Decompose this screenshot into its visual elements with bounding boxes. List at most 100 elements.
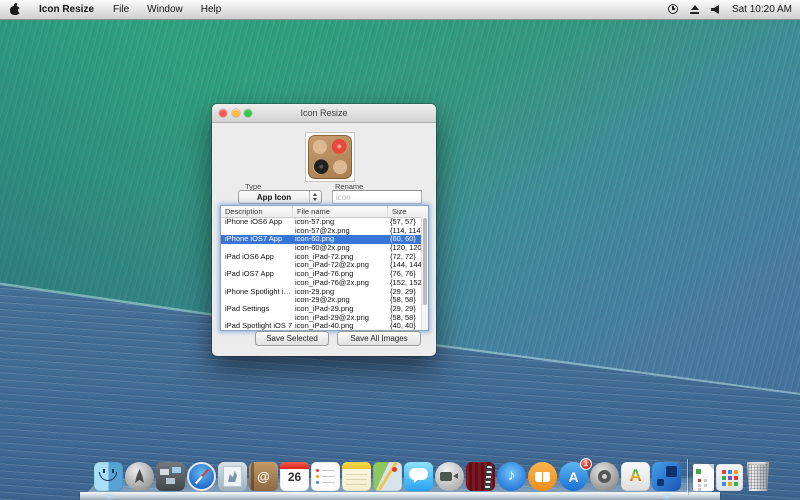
dock-item-itunes[interactable] [497,462,526,491]
dock: 26 1 [0,452,800,500]
cell-description [221,261,293,270]
dock-icons: 26 1 [94,457,771,491]
cell-description [221,227,293,236]
dock-item-photo-booth[interactable] [466,462,495,491]
dock-item-contacts[interactable] [249,462,278,491]
dock-item-ibooks[interactable] [528,462,557,491]
close-button[interactable] [219,109,227,117]
apple-menu-icon[interactable] [10,4,20,15]
menu-icon-resize[interactable]: Icon Resize [29,0,104,19]
dock-shelf-front [80,492,720,500]
running-indicator [665,495,669,498]
table-row[interactable]: icon_iPad-29@2x.png{58, 58} [221,314,428,323]
menubar-menus: Icon ResizeFileWindowHelp [0,0,230,19]
cell-description: iPad Spotlight iOS 7 [221,322,293,331]
dock-separator [683,457,691,491]
cell-file-name: icon_iPad-76.png [293,270,388,279]
table-row[interactable]: icon_iPad-72@2x.png{144, 144} [221,261,428,270]
cell-file-name: icon-29.png [293,288,388,297]
cell-file-name: icon-60@2x.png [293,244,388,253]
table-row[interactable]: icon_iPad-76@2x.png{152, 152} [221,279,428,288]
menu-help[interactable]: Help [192,0,231,19]
minimize-button[interactable] [232,109,240,117]
table-row[interactable]: icon-60@2x.png{120, 120} [221,244,428,253]
cell-description: iPad Settings [221,305,293,314]
type-select[interactable]: App Icon [238,190,322,204]
table-header: Description File name Size [221,206,428,218]
cell-description: iPhone iOS7 App [221,235,293,244]
eject-icon[interactable] [689,3,702,16]
table-row[interactable]: iPad Settingsicon_iPad-29.png{29, 29} [221,305,428,314]
dock-item-document[interactable] [693,464,714,491]
rename-input[interactable] [332,190,422,204]
dock-item-reminders[interactable] [311,462,340,491]
cell-file-name: icon_iPad-72@2x.png [293,261,388,270]
scrollbar-thumb[interactable] [423,218,427,305]
app-icon-preview [308,135,352,179]
table-row[interactable]: icon-29@2x.png{58, 58} [221,296,428,305]
cell-description [221,279,293,288]
volume-icon[interactable] [711,3,724,16]
dock-item-trash[interactable] [745,462,771,491]
dock-item-downloads[interactable] [716,464,743,491]
dock-item-calendar[interactable]: 26 [280,462,309,491]
dock-item-color-a-app[interactable] [621,462,650,491]
cell-file-name: icon_iPad-29@2x.png [293,314,388,323]
column-header-size[interactable]: Size [388,206,428,217]
desktop: Icon ResizeFileWindowHelp Sat 10:20 AM I… [0,0,800,500]
running-indicator [107,495,111,498]
table-scrollbar[interactable] [421,217,428,330]
cell-file-name: icon-60.png [293,235,388,244]
calendar-date: 26 [280,470,309,484]
cell-description: iPhone iOS6 App [221,218,293,227]
dock-item-icon-resize-app[interactable] [652,462,681,491]
cell-description: iPad iOS6 App [221,253,293,262]
icon-resize-window: Icon Resize Type Rename App Icon Descrip… [212,104,436,356]
table-row[interactable]: iPad iOS7 Appicon_iPad-76.png{76, 76} [221,270,428,279]
dock-item-mail[interactable] [218,462,247,491]
dock-item-notes[interactable] [342,462,371,491]
cell-file-name: icon_iPad-72.png [293,253,388,262]
cell-file-name: icon-29@2x.png [293,296,388,305]
menubar: Icon ResizeFileWindowHelp Sat 10:20 AM [0,0,800,20]
column-header-file-name[interactable]: File name [293,206,388,217]
menubar-clock[interactable]: Sat 10:20 AM [732,0,792,19]
table-row[interactable]: iPhone iOS6 Appicon-57.png{57, 57} [221,218,428,227]
dock-item-messages[interactable] [404,462,433,491]
dock-item-safari[interactable] [187,462,216,491]
window-titlebar[interactable]: Icon Resize [212,104,436,123]
dock-item-app-store[interactable]: 1 [559,462,588,491]
dock-item-system-preferences[interactable] [590,462,619,491]
table-row[interactable]: iPhone Spotlight i…icon-29.png{29, 29} [221,288,428,297]
column-header-description[interactable]: Description [221,206,293,217]
table-row[interactable]: icon-57@2x.png{114, 114} [221,227,428,236]
cell-file-name: icon_iPad-29.png [293,305,388,314]
dock-item-mission-control[interactable] [156,462,185,491]
cell-description [221,296,293,305]
zoom-button[interactable] [244,109,252,117]
menubar-status-area: Sat 10:20 AM [658,0,800,19]
dock-item-finder[interactable] [94,462,123,491]
notification-badge: 1 [580,458,592,470]
cell-file-name: icon_iPad-40.png [293,322,388,331]
traffic-lights [219,109,252,117]
table-body: iPhone iOS6 Appicon-57.png{57, 57}icon-5… [221,218,428,331]
menu-window[interactable]: Window [138,0,192,19]
cell-description: iPad iOS7 App [221,270,293,279]
dock-item-launchpad[interactable] [125,462,154,491]
table-row[interactable]: iPad Spotlight iOS 7icon_iPad-40.png{40,… [221,322,428,331]
cell-file-name: icon_iPad-76@2x.png [293,279,388,288]
dock-item-facetime[interactable] [435,462,464,491]
table-row[interactable]: iPad iOS6 Appicon_iPad-72.png{72, 72} [221,253,428,262]
save-all-images-button[interactable]: Save All Images [337,331,421,346]
menu-file[interactable]: File [104,0,138,19]
table-row[interactable]: iPhone iOS7 Appicon-60.png{60, 60} [221,235,428,244]
dock-item-maps[interactable] [373,462,402,491]
time-machine-icon[interactable] [667,3,680,16]
icon-preview-well [305,132,355,182]
cell-file-name: icon-57.png [293,218,388,227]
cell-description [221,244,293,253]
type-select-value: App Icon [239,193,309,202]
icon-size-table: Description File name Size iPhone iOS6 A… [220,205,429,331]
save-selected-button[interactable]: Save Selected [255,331,329,346]
